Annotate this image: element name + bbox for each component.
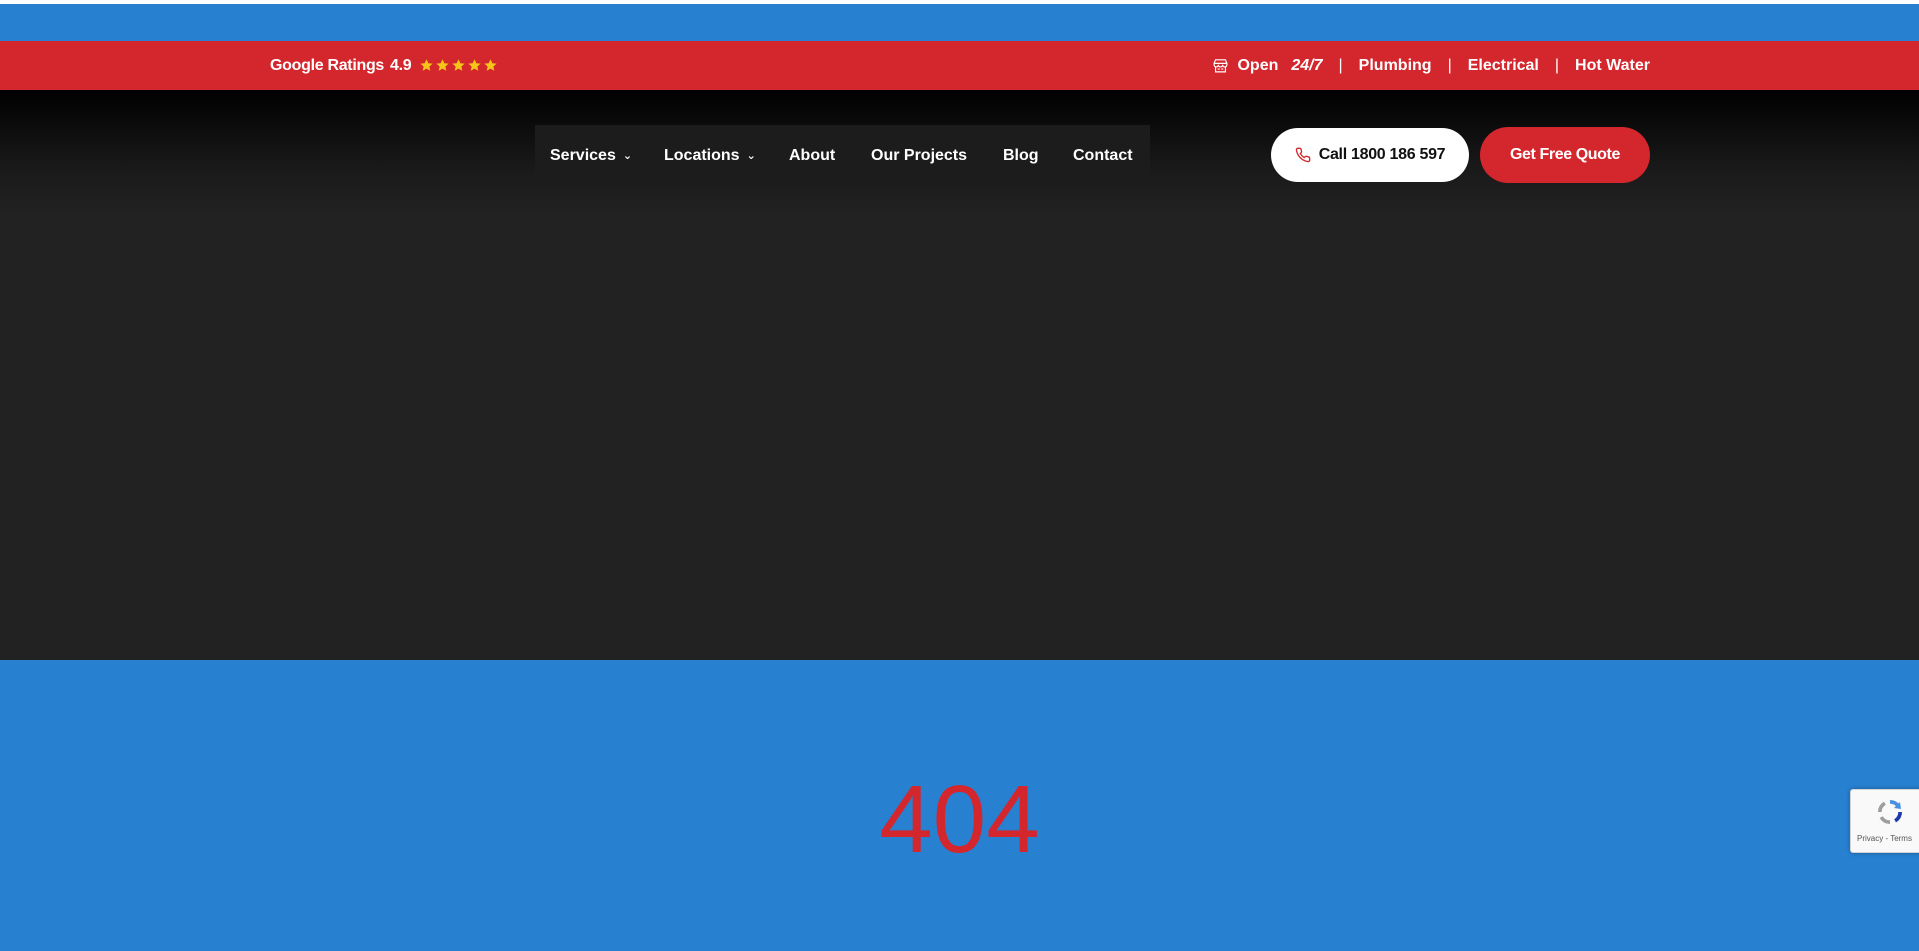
top-service-links: Open 24/7 | Plumbing | Electrical | Hot … bbox=[1212, 41, 1650, 90]
recaptcha-badge[interactable]: Privacy - Terms bbox=[1850, 789, 1919, 853]
top-link-electrical[interactable]: Electrical bbox=[1468, 57, 1539, 75]
call-button[interactable]: Call 1800 186 597 bbox=[1271, 128, 1469, 182]
rating-value: 4.9 bbox=[390, 56, 412, 74]
chevron-down-icon: ⌄ bbox=[746, 150, 756, 162]
nav-item-our-projects[interactable]: Our Projects bbox=[871, 147, 967, 165]
nav-item-services[interactable]: Services ⌄ bbox=[550, 147, 632, 165]
top-link-plumbing[interactable]: Plumbing bbox=[1359, 57, 1432, 75]
main-nav: Services ⌄ Locations ⌄ About Our Project… bbox=[535, 125, 1150, 186]
nav-label: About bbox=[789, 146, 836, 164]
divider: | bbox=[1338, 56, 1343, 74]
ratings-label: Google Ratings bbox=[270, 56, 385, 74]
nav-item-about[interactable]: About bbox=[789, 147, 835, 165]
nav-item-locations[interactable]: Locations ⌄ bbox=[664, 147, 756, 165]
open-hours: Open 24/7 bbox=[1212, 56, 1323, 75]
star-icon bbox=[436, 59, 449, 71]
open-label: Open bbox=[1237, 56, 1279, 74]
nav-label: Locations bbox=[664, 146, 740, 164]
get-free-quote-button[interactable]: Get Free Quote bbox=[1480, 127, 1650, 183]
nav-label: Blog bbox=[1003, 146, 1039, 164]
divider: | bbox=[1554, 56, 1560, 74]
call-label: Call 1800 186 597 bbox=[1318, 146, 1446, 163]
nav-item-blog[interactable]: Blog bbox=[1003, 147, 1039, 165]
nav-label: Our Projects bbox=[871, 146, 968, 164]
top-blue-strip bbox=[0, 4, 1919, 41]
nav-item-contact[interactable]: Contact bbox=[1073, 147, 1133, 165]
nav-label: Services bbox=[550, 146, 616, 164]
error-code: 404 bbox=[879, 766, 1040, 873]
open-hours-value: 24/7 bbox=[1291, 56, 1323, 74]
top-link-hot-water[interactable]: Hot Water bbox=[1575, 57, 1650, 75]
star-icon bbox=[420, 59, 433, 71]
phone-icon bbox=[1295, 147, 1311, 163]
star-icon bbox=[468, 59, 481, 71]
star-icon bbox=[484, 59, 497, 71]
top-info-bar: Google Ratings 4.9 Open 24/7 | Plumbing … bbox=[0, 41, 1919, 90]
rating-stars bbox=[419, 58, 498, 73]
star-icon bbox=[452, 59, 465, 71]
recaptcha-terms[interactable]: Privacy - Terms bbox=[1857, 834, 1912, 843]
google-ratings[interactable]: Google Ratings 4.9 bbox=[270, 41, 498, 90]
recaptcha-icon bbox=[1878, 800, 1902, 824]
store-24-7-icon bbox=[1214, 59, 1228, 73]
chevron-down-icon: ⌄ bbox=[622, 150, 633, 162]
quote-label: Get Free Quote bbox=[1510, 146, 1620, 163]
nav-label: Contact bbox=[1073, 146, 1133, 164]
divider: | bbox=[1447, 56, 1452, 74]
